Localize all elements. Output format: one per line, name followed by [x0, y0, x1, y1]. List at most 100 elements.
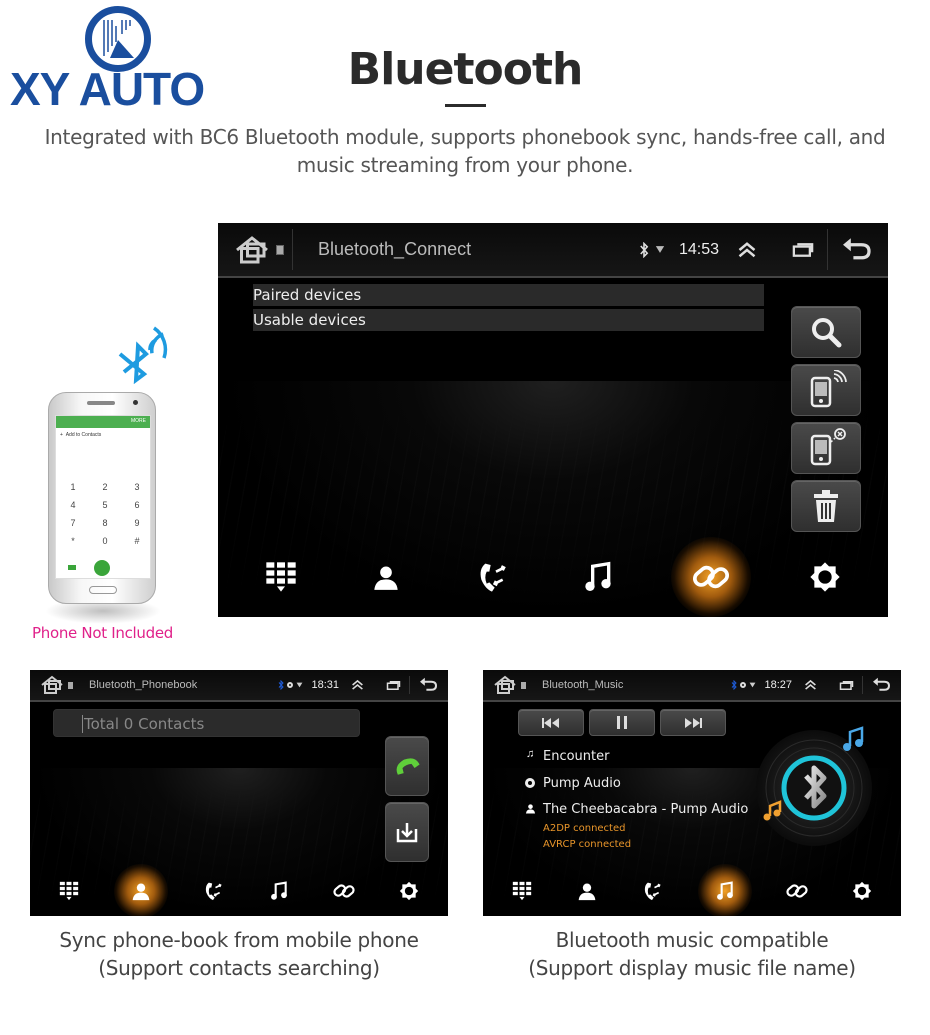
bluetooth-connect-screen: Bluetooth_Connect 14:53 Paired devices U…: [218, 223, 888, 617]
home-icon[interactable]: [40, 675, 64, 695]
nav-settings[interactable]: [842, 871, 882, 911]
phone-key: 2: [102, 482, 108, 492]
phone-speaker: [87, 401, 115, 405]
status-bar: Bluetooth_Music 18:27: [483, 670, 901, 702]
download-contacts-button[interactable]: [385, 802, 429, 862]
phone-key: 8: [102, 518, 108, 528]
music-icon: [715, 881, 735, 901]
nav-dialpad[interactable]: [502, 871, 542, 911]
album-icon: [525, 778, 535, 788]
status-bar: Bluetooth_Connect 14:53: [218, 223, 888, 278]
recent-apps-icon[interactable]: [839, 680, 854, 691]
expand-up-icon[interactable]: [351, 679, 364, 691]
recent-apps-icon[interactable]: [791, 242, 815, 258]
bottom-nav: [218, 537, 888, 617]
pause-icon: [617, 716, 627, 729]
location-icon: [740, 682, 747, 688]
nav-contacts[interactable]: [354, 545, 418, 609]
call-icon: [396, 758, 420, 775]
list-item-paired-devices[interactable]: Paired devices: [253, 284, 764, 306]
home-icon[interactable]: [493, 675, 517, 695]
back-icon[interactable]: [418, 677, 438, 693]
nav-dialpad[interactable]: [49, 871, 89, 911]
bluetooth-music-screen: Bluetooth_Music 18:27 ♫ Encounter Pump A…: [483, 670, 901, 916]
phone-video-icon: [68, 565, 76, 570]
call-button[interactable]: [385, 736, 429, 796]
nav-contacts[interactable]: [567, 871, 607, 911]
gear-icon: [399, 881, 419, 901]
phonebook-caption-line-1: Sync phone-book from mobile phone: [59, 928, 419, 952]
phone-key: 3: [134, 482, 140, 492]
discoverable-button[interactable]: [791, 364, 861, 416]
phonebook-caption-line-2: (Support contacts searching): [98, 956, 380, 980]
nav-music[interactable]: [259, 871, 299, 911]
back-icon[interactable]: [871, 677, 891, 693]
call-log-icon: [476, 561, 508, 593]
wifi-icon: [655, 245, 665, 254]
notification-icon: [276, 244, 284, 255]
location-icon: [287, 682, 294, 688]
bottom-nav: [483, 864, 901, 916]
music-icon: [582, 561, 614, 593]
previous-button[interactable]: [518, 709, 584, 736]
home-icon[interactable]: [234, 235, 270, 265]
phone-keypad: 1 2 3 4 5 6 7 8 9 * 0 #: [56, 482, 152, 552]
disconnect-button[interactable]: [791, 422, 861, 474]
phone-key: #: [134, 536, 140, 546]
text-cursor: [82, 715, 83, 733]
nav-dialpad[interactable]: [249, 545, 313, 609]
expand-up-icon[interactable]: [737, 241, 757, 259]
pause-button[interactable]: [589, 709, 655, 736]
phone-key: 9: [134, 518, 140, 528]
nav-link[interactable]: [777, 871, 817, 911]
expand-up-icon[interactable]: [804, 679, 817, 691]
search-icon: [812, 318, 842, 348]
contact-icon: [372, 563, 400, 591]
bluetooth-status-icon: [278, 680, 284, 690]
clock: 18:31: [311, 679, 339, 691]
trash-icon: [814, 490, 838, 522]
bluetooth-status-icon: [731, 680, 737, 690]
nav-link[interactable]: [671, 537, 752, 617]
search-devices-button[interactable]: [791, 306, 861, 358]
avrcp-status: AVRCP connected: [543, 839, 632, 850]
wifi-icon: [296, 682, 303, 688]
back-icon[interactable]: [840, 237, 872, 263]
delete-button[interactable]: [791, 480, 861, 532]
phone-disconnect-icon: [810, 428, 846, 466]
track-title: Encounter: [543, 749, 610, 764]
phone-key: *: [71, 536, 75, 546]
list-item-usable-devices[interactable]: Usable devices: [253, 309, 764, 331]
nav-settings[interactable]: [793, 545, 857, 609]
link-icon: [332, 881, 356, 901]
phone-not-included-note: Phone Not Included: [32, 624, 174, 642]
gear-icon: [809, 561, 841, 593]
nav-contacts[interactable]: [113, 864, 168, 916]
status-bar: Bluetooth_Phonebook 18:31: [30, 670, 448, 702]
nav-call-log[interactable]: [193, 871, 233, 911]
contacts-search-input[interactable]: Total 0 Contacts: [53, 709, 360, 737]
phone-key: 6: [134, 500, 140, 510]
artist-name: The Cheebacabra - Pump Audio: [543, 802, 749, 817]
phone-add-contact-label: Add to Contacts: [65, 432, 102, 438]
nav-music[interactable]: [697, 864, 752, 916]
dialpad-icon: [512, 881, 532, 901]
phone-discoverable-icon: [810, 370, 847, 408]
nav-link[interactable]: [324, 871, 364, 911]
nav-settings[interactable]: [389, 871, 429, 911]
gear-icon: [852, 881, 872, 901]
music-caption-line-1: Bluetooth music compatible: [555, 928, 829, 952]
screen-title: Bluetooth_Music: [542, 679, 624, 691]
call-log-icon: [203, 881, 223, 901]
contact-icon: [577, 881, 597, 901]
phone-key: 0: [102, 536, 108, 546]
subtitle-line-2: music streaming from your phone.: [296, 153, 634, 177]
nav-call-log[interactable]: [632, 871, 672, 911]
nav-music[interactable]: [566, 545, 630, 609]
nav-call-log[interactable]: [460, 545, 524, 609]
page-title: Bluetooth: [347, 44, 584, 95]
next-button[interactable]: [660, 709, 726, 736]
recent-apps-icon[interactable]: [386, 680, 401, 691]
notification-icon: [68, 681, 73, 689]
screen-title: Bluetooth_Phonebook: [89, 679, 198, 691]
